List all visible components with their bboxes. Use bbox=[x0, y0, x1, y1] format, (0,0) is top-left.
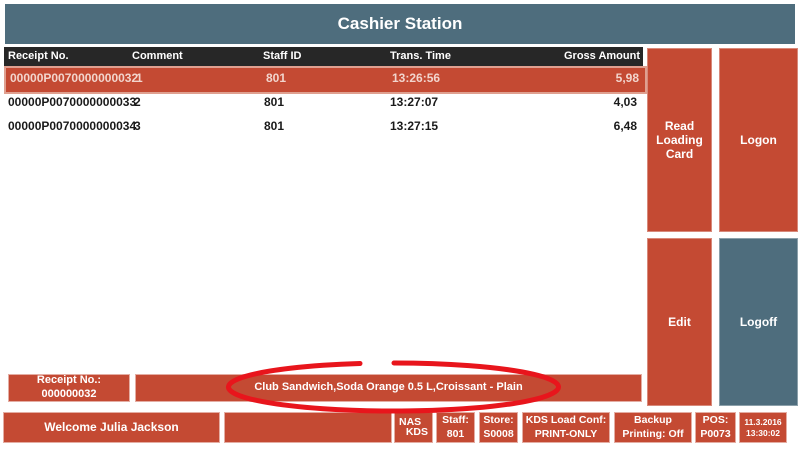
statusbar-store: Store: S0008 bbox=[479, 412, 518, 443]
current-receipt-panel: Receipt No.: 000000032 bbox=[8, 374, 130, 402]
cell-trans-time: 13:27:15 bbox=[390, 119, 439, 133]
pos-label: POS: bbox=[702, 414, 729, 427]
statusbar-backup-printing: Backup Printing: Off bbox=[614, 412, 692, 443]
cell-receipt-no: 00000P0070000000033 bbox=[8, 95, 137, 109]
staff-value: 801 bbox=[446, 427, 465, 440]
welcome-text: Welcome Julia Jackson bbox=[44, 420, 179, 434]
cell-trans-time: 13:27:07 bbox=[390, 95, 439, 109]
time-value: 13:30:02 bbox=[745, 427, 781, 438]
statusbar-datetime: 11.3.2016 13:30:02 bbox=[739, 412, 787, 443]
table-row[interactable]: 00000P0070000000034 3 801 13:27:15 6,48 bbox=[4, 114, 643, 138]
read-loading-card-button[interactable]: Read Loading Card bbox=[647, 48, 712, 232]
receipt-no-label: Receipt No.: bbox=[36, 374, 102, 387]
logoff-button[interactable]: Logoff bbox=[719, 238, 798, 406]
backup-label: Backup bbox=[634, 414, 672, 427]
receipt-table: Receipt No. Comment Staff ID Trans. Time… bbox=[4, 47, 647, 392]
receipt-no-value: 000000032 bbox=[41, 388, 97, 400]
col-header-staff-id: Staff ID bbox=[263, 50, 302, 62]
cell-receipt-no: 00000P0070000000034 bbox=[8, 119, 137, 133]
title-bar: Cashier Station bbox=[5, 4, 795, 44]
store-label: Store: bbox=[483, 414, 514, 427]
backup-value: Printing: Off bbox=[622, 427, 684, 440]
receipt-items-bar: Club Sandwich,Soda Orange 0.5 L,Croissan… bbox=[135, 374, 642, 402]
statusbar-kds-load-conf: KDS Load Conf: PRINT-ONLY bbox=[522, 412, 610, 443]
col-header-comment: Comment bbox=[132, 50, 183, 62]
cell-staff-id: 801 bbox=[264, 119, 285, 133]
statusbar-staff: Staff: 801 bbox=[436, 412, 475, 443]
cell-comment: 3 bbox=[134, 119, 141, 133]
col-header-receipt-no: Receipt No. bbox=[8, 50, 69, 62]
cell-receipt-no: 00000P0070000000032 bbox=[10, 71, 139, 85]
cell-gross-amount: 6,48 bbox=[613, 119, 637, 133]
cell-staff-id: 801 bbox=[264, 95, 285, 109]
kds-conf-value: PRINT-ONLY bbox=[534, 427, 598, 440]
receipt-items-text: Club Sandwich,Soda Orange 0.5 L,Croissan… bbox=[254, 381, 523, 394]
logon-button[interactable]: Logon bbox=[719, 48, 798, 232]
statusbar-pos: POS: P0073 bbox=[695, 412, 736, 443]
welcome-banner: Welcome Julia Jackson bbox=[3, 412, 220, 443]
kds-conf-label: KDS Load Conf: bbox=[525, 414, 607, 427]
store-value: S0008 bbox=[483, 427, 514, 440]
cell-trans-time: 13:26:56 bbox=[392, 71, 441, 85]
date-value: 11.3.2016 bbox=[744, 416, 782, 427]
pos-value: P0073 bbox=[700, 427, 731, 440]
table-header: Receipt No. Comment Staff ID Trans. Time… bbox=[4, 47, 643, 66]
cell-comment: 2 bbox=[134, 95, 141, 109]
staff-label: Staff: bbox=[442, 414, 469, 427]
col-header-gross-amount: Gross Amount bbox=[564, 50, 640, 62]
page-title: Cashier Station bbox=[337, 14, 463, 33]
table-row[interactable]: 00000P0070000000033 2 801 13:27:07 4,03 bbox=[4, 90, 643, 114]
cell-staff-id: 801 bbox=[266, 71, 287, 85]
statusbar-empty-box bbox=[224, 412, 392, 443]
kds-label: KDS bbox=[405, 425, 428, 438]
edit-button[interactable]: Edit bbox=[647, 238, 712, 406]
cell-gross-amount: 4,03 bbox=[613, 95, 637, 109]
cell-comment: 1 bbox=[136, 71, 143, 85]
cell-gross-amount: 5,98 bbox=[615, 71, 639, 85]
col-header-trans-time: Trans. Time bbox=[390, 50, 451, 62]
statusbar-nas-kds: NAS KDS bbox=[394, 412, 433, 443]
